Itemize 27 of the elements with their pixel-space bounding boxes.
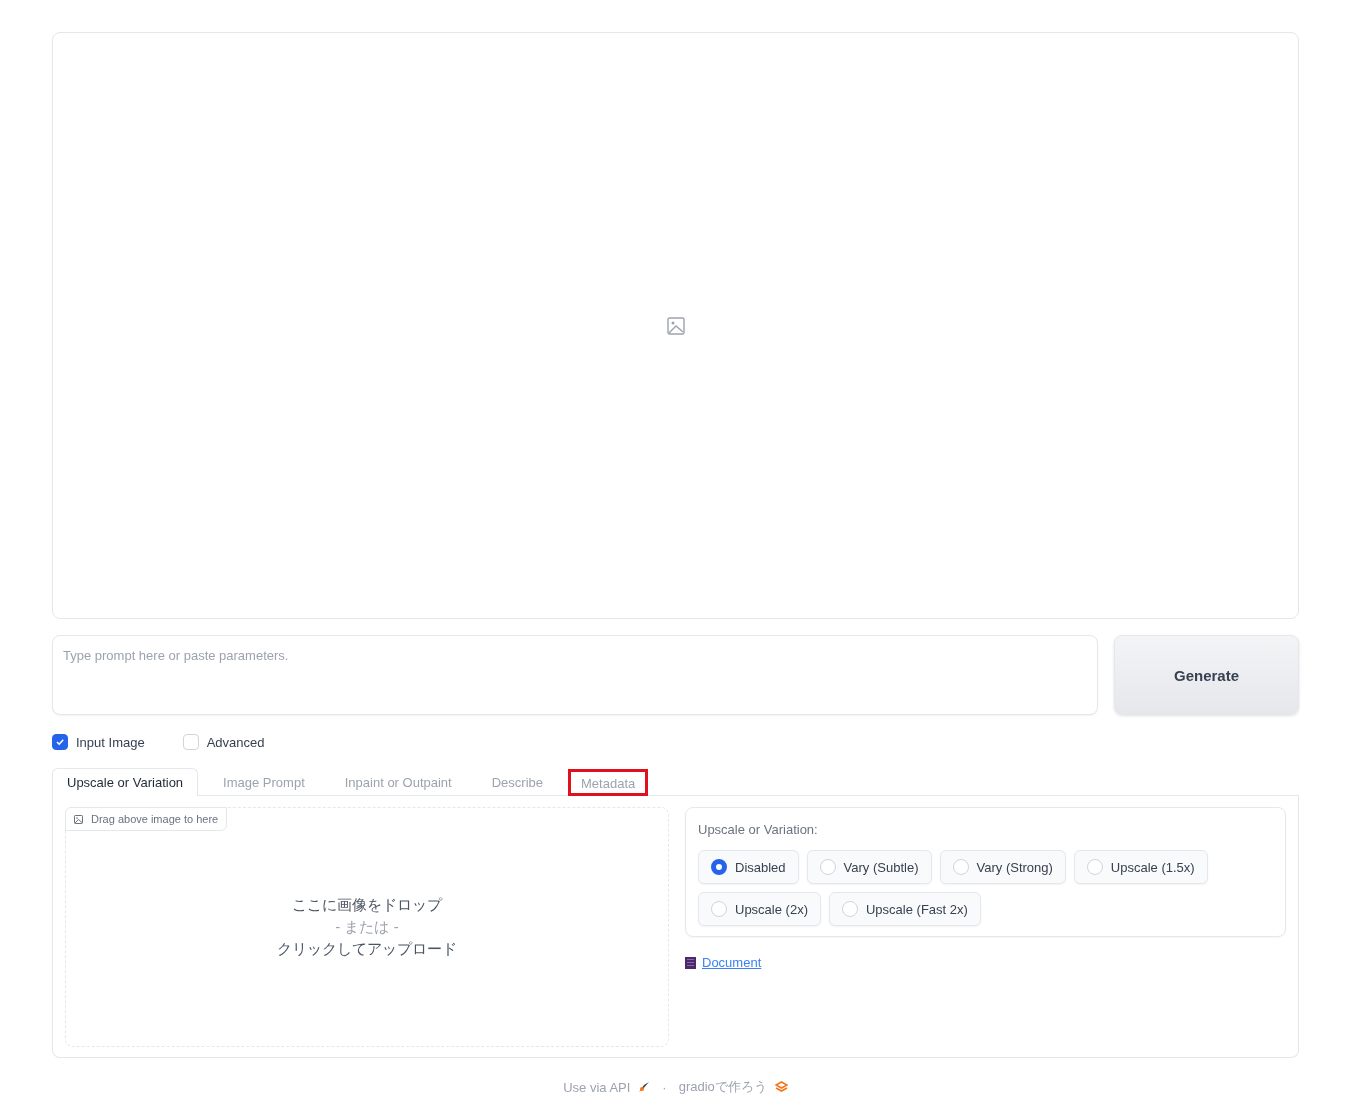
radio-option[interactable]: Upscale (Fast 2x) (828, 892, 981, 926)
or-text: - または - (335, 917, 399, 937)
upload-text: クリックしてアップロード (277, 939, 457, 959)
group-label: Upscale or Variation: (698, 822, 818, 837)
radio-option[interactable]: Upscale (2x) (698, 892, 821, 926)
radio-option[interactable]: Vary (Strong) (939, 850, 1066, 884)
tab[interactable]: Upscale or Variation (52, 768, 199, 796)
document-link[interactable]: Document (702, 955, 762, 970)
radio-option[interactable]: Upscale (1.5x) (1073, 850, 1208, 884)
badge-text: Drag above image to here (91, 813, 219, 825)
image-upload-area[interactable]: Drag above image to here ここに画像をドロップ - または - クリックしてアップロード (65, 807, 669, 1047)
separator: · (662, 1079, 667, 1095)
image-icon (666, 316, 685, 335)
checkbox[interactable] (52, 734, 68, 750)
logo-icon (774, 1081, 788, 1093)
image-icon (74, 814, 83, 824)
checkmark-icon (55, 737, 65, 747)
rocket-icon (638, 1081, 651, 1093)
radio-option[interactable]: Disabled (698, 850, 799, 884)
checkbox-label: Input Image (76, 734, 145, 750)
radio-button[interactable] (711, 859, 727, 875)
prompt-field[interactable]: Type prompt here or paste parameters. (52, 635, 1098, 715)
checkbox-label: Advanced (206, 734, 265, 750)
radio-option[interactable]: Vary (Subtle) (806, 850, 932, 884)
generate-button[interactable]: Generate (1114, 635, 1299, 715)
drop-text: ここに画像をドロップ (292, 895, 442, 915)
book-icon (685, 956, 696, 969)
